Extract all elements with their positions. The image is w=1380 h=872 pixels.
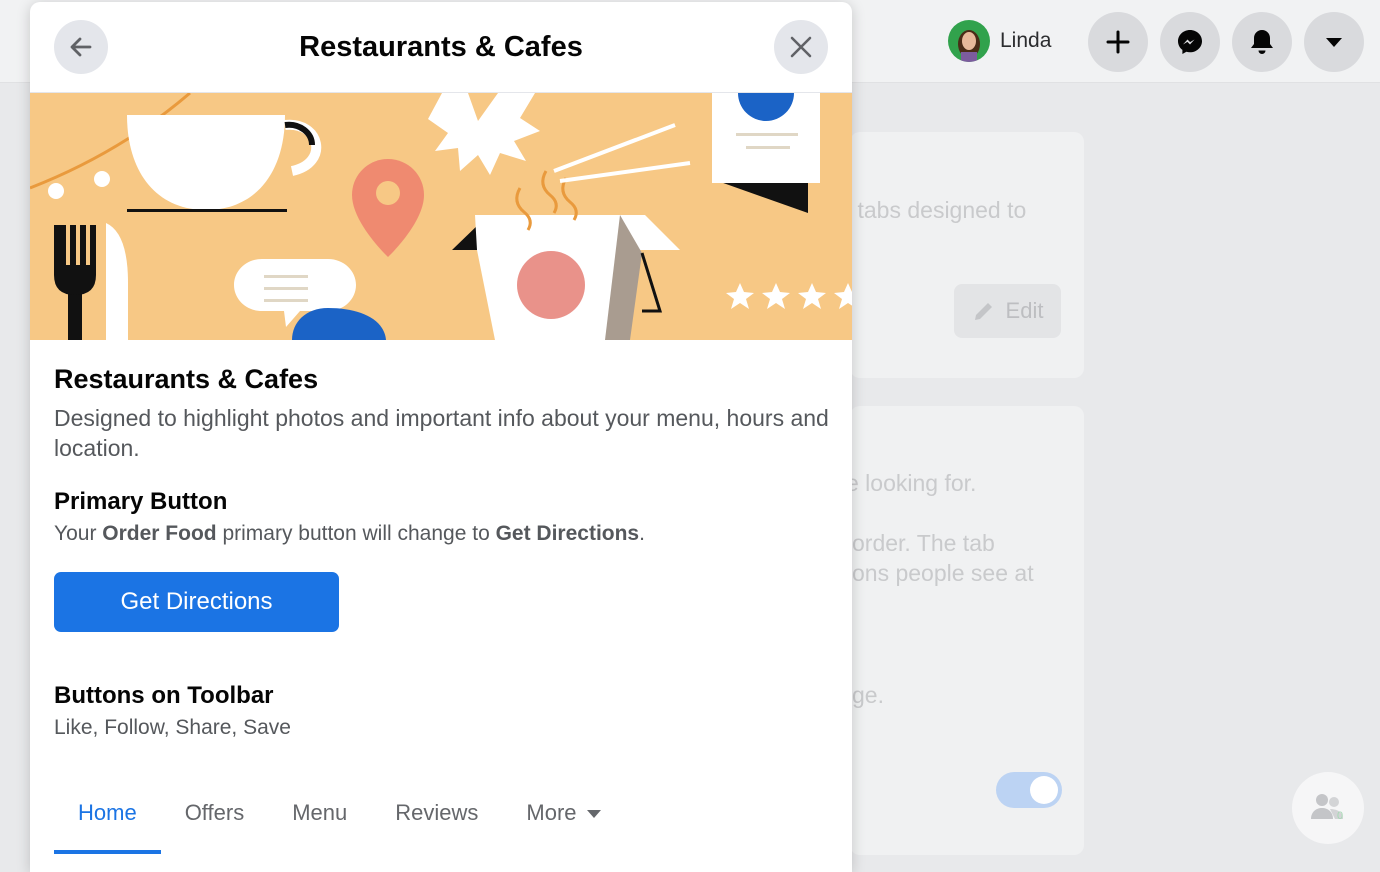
create-button[interactable]: [1088, 12, 1148, 72]
dialog-title: Restaurants & Cafes: [299, 31, 583, 63]
text-fragment: .: [639, 522, 645, 545]
tab-home[interactable]: Home: [54, 784, 161, 854]
caret-down-icon: [1326, 38, 1342, 47]
toolbar-section-items: Like, Follow, Share, Save: [54, 716, 291, 739]
back-button[interactable]: [54, 20, 108, 74]
old-button-name: Order Food: [102, 522, 217, 545]
tab-label: More: [526, 800, 577, 825]
edit-label: Edit: [1005, 298, 1044, 323]
background-text: ge.: [852, 682, 884, 708]
background-text: ons people see at: [852, 560, 1034, 586]
user-name: Linda: [1000, 29, 1052, 52]
template-dialog: Restaurants & Cafes Restaurants & Cafes …: [30, 2, 852, 872]
tab-label: Menu: [292, 800, 348, 825]
plus-icon: [1106, 30, 1130, 54]
messenger-icon: [1178, 30, 1202, 54]
caret-down-icon: [586, 810, 601, 819]
toggle-knob: [1030, 776, 1058, 804]
primary-button-section-title: Primary Button: [54, 488, 228, 515]
tab-label: Home: [78, 800, 137, 825]
notifications-button[interactable]: [1232, 12, 1292, 72]
bell-icon: [1251, 30, 1273, 54]
people-button[interactable]: 0: [1292, 772, 1364, 844]
tab-more[interactable]: More: [502, 784, 624, 854]
background-text: e looking for.: [846, 470, 977, 496]
text-fragment: primary button will change to: [216, 522, 496, 545]
tab-offers[interactable]: Offers: [161, 784, 269, 854]
close-icon: [790, 36, 812, 58]
tab-label: Offers: [184, 800, 245, 825]
template-banner-illustration: [30, 93, 852, 340]
template-heading: Restaurants & Cafes: [54, 364, 319, 394]
people-count: 0: [1337, 810, 1344, 822]
arrow-left-icon: [70, 37, 92, 57]
toggle-switch[interactable]: [996, 772, 1062, 808]
pencil-icon: [974, 303, 992, 320]
dialog-header: Restaurants & Cafes: [30, 2, 852, 93]
toolbar-section-title: Buttons on Toolbar: [54, 682, 274, 709]
template-description: Designed to highlight photos and importa…: [54, 405, 829, 461]
tab-menu[interactable]: Menu: [268, 784, 371, 854]
new-button-name: Get Directions: [495, 522, 640, 545]
background-card: [850, 132, 1084, 378]
text-fragment: Your: [54, 522, 103, 545]
profile-chip[interactable]: Linda: [948, 16, 1051, 66]
tab-reviews[interactable]: Reviews: [371, 784, 502, 854]
get-directions-button[interactable]: Get Directions: [54, 572, 339, 632]
background-text: l tabs designed to: [846, 197, 1027, 223]
background-text: order. The tab: [852, 530, 995, 556]
close-button[interactable]: [774, 20, 828, 74]
tab-label: Reviews: [395, 800, 479, 825]
avatar: [948, 20, 990, 62]
page-tabs-preview: Home Offers Menu Reviews More: [54, 784, 625, 854]
edit-button[interactable]: Edit: [954, 284, 1061, 338]
primary-button-section-text: Your Order Food primary button will chan…: [54, 522, 834, 546]
messenger-button[interactable]: [1160, 12, 1220, 72]
account-menu-button[interactable]: [1304, 12, 1364, 72]
